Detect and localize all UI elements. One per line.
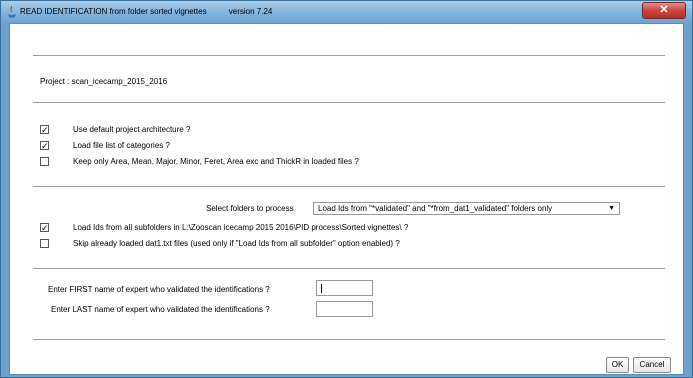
separator <box>33 268 665 269</box>
option-keep-only-checkbox[interactable] <box>40 157 49 166</box>
check-mark-icon: ✓ <box>41 223 49 233</box>
expert-last-name-label: Enter LAST name of expert who validated … <box>51 305 270 314</box>
check-mark-icon: ✓ <box>41 141 49 151</box>
dialog-window: READ IDENTIFICATION from folder sorted v… <box>0 0 693 378</box>
skip-loaded-checkbox[interactable] <box>40 239 49 248</box>
java-app-icon <box>8 6 16 18</box>
option-default-architecture-checkbox[interactable]: ✓ <box>40 125 49 135</box>
separator <box>33 339 665 340</box>
project-label: Project : scan_icecamp_2015_2016 <box>40 77 168 86</box>
cancel-button[interactable]: Cancel <box>633 357 671 373</box>
folders-dropdown[interactable]: Load Ids from "*validated" and "*from_da… <box>313 202 620 215</box>
expert-last-name-field[interactable] <box>316 301 373 317</box>
check-mark-icon: ✓ <box>41 125 49 135</box>
load-all-subfolders-checkbox[interactable]: ✓ <box>40 223 49 233</box>
load-all-subfolders-label: Load Ids from all subfolders in L:\Zoosc… <box>73 223 409 232</box>
option-keep-only-label: Keep only Area, Mean, Major, Minor, Fere… <box>73 157 359 166</box>
ok-button[interactable]: OK <box>606 357 629 373</box>
skip-loaded-label: Skip already loaded dat1.txt files (used… <box>73 239 400 248</box>
option-load-categories-checkbox[interactable]: ✓ <box>40 141 49 151</box>
chevron-down-icon[interactable]: ▼ <box>608 204 615 214</box>
separator <box>33 102 665 103</box>
expert-first-name-field[interactable] <box>316 280 373 296</box>
window-title: READ IDENTIFICATION from folder sorted v… <box>20 7 273 16</box>
expert-first-name-label: Enter FIRST name of expert who validated… <box>48 285 270 294</box>
dialog-content <box>9 23 684 375</box>
title-bar[interactable]: READ IDENTIFICATION from folder sorted v… <box>1 1 692 23</box>
separator <box>33 55 665 56</box>
folders-dropdown-value: Load Ids from "*validated" and "*from_da… <box>318 204 553 213</box>
text-caret <box>321 284 322 293</box>
option-default-architecture-label: Use default project architecture ? <box>73 125 191 134</box>
select-folders-label: Select folders to process <box>206 204 294 213</box>
separator <box>33 186 665 187</box>
option-load-categories-label: Load file list of categories ? <box>73 141 170 150</box>
close-button[interactable]: ✕ <box>642 2 686 19</box>
